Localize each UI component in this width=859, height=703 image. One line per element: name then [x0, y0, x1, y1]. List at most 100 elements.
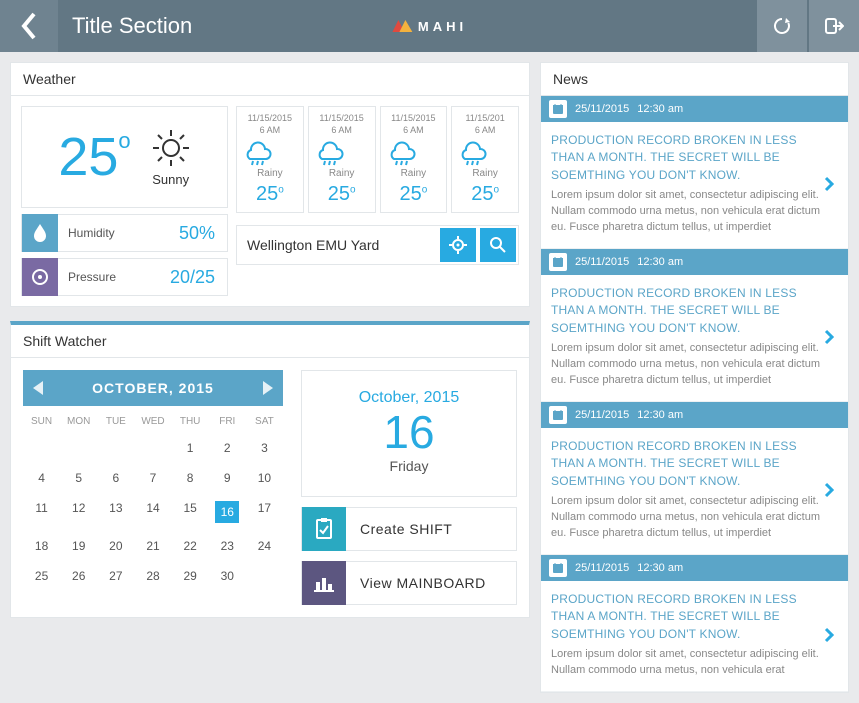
search-button[interactable]: [480, 228, 516, 262]
calendar-icon: [549, 100, 567, 118]
cal-cell[interactable]: 22: [172, 531, 209, 561]
news-open-button[interactable]: [824, 176, 842, 192]
pressure-label: Pressure: [58, 270, 170, 284]
cal-cell[interactable]: 2: [209, 433, 246, 463]
forecast-card: 11/15/20156 AMRainy25o: [380, 106, 448, 213]
triangle-right-icon: [263, 381, 273, 395]
cal-cell[interactable]: 6: [97, 463, 134, 493]
forecast-condition: Rainy: [454, 168, 516, 179]
cal-next-button[interactable]: [263, 381, 273, 395]
refresh-button[interactable]: [757, 0, 807, 52]
cal-cell: [97, 433, 134, 463]
cal-title: OCTOBER, 2015: [92, 380, 214, 396]
cal-cell[interactable]: 19: [60, 531, 97, 561]
news-open-button[interactable]: [824, 627, 842, 643]
refresh-icon: [772, 16, 792, 36]
cal-cell[interactable]: 4: [23, 463, 60, 493]
locate-button[interactable]: [440, 228, 476, 262]
forecast-condition: Rainy: [311, 168, 373, 179]
news-time: 12:30 am: [637, 256, 683, 268]
news-item: 25/11/201512:30 amPRODUCTION RECORD BROK…: [541, 249, 848, 402]
chevron-right-icon: [824, 627, 834, 643]
location-input[interactable]: [237, 226, 438, 264]
cal-cell[interactable]: 16: [209, 493, 246, 531]
cal-cell[interactable]: 14: [134, 493, 171, 531]
cal-cell[interactable]: 13: [97, 493, 134, 531]
forecast-card: 11/15/2016 AMRainy25o: [451, 106, 519, 213]
cal-cell[interactable]: 8: [172, 463, 209, 493]
news-excerpt: Lorem ipsum dolor sit amet, consectetur …: [551, 494, 824, 542]
news-date-bar: 25/11/201512:30 am: [541, 402, 848, 428]
search-icon: [490, 237, 506, 253]
news-open-button[interactable]: [824, 329, 842, 345]
cal-prev-button[interactable]: [33, 381, 43, 395]
cal-dow: MON: [60, 406, 97, 433]
card-day: 16: [312, 407, 506, 458]
card-month: October, 2015: [312, 389, 506, 407]
create-shift-button[interactable]: Create SHIFT: [301, 507, 517, 551]
cal-cell[interactable]: 17: [246, 493, 283, 531]
forecast-date: 11/15/20156 AM: [311, 113, 373, 136]
rain-icon: [383, 136, 445, 166]
cal-cell[interactable]: 5: [60, 463, 97, 493]
rain-icon: [239, 136, 301, 166]
sun-icon: [151, 128, 191, 168]
cal-cell[interactable]: 26: [60, 561, 97, 591]
cal-cell[interactable]: 29: [172, 561, 209, 591]
cal-cell[interactable]: 12: [60, 493, 97, 531]
cal-cell[interactable]: 27: [97, 561, 134, 591]
cal-cell[interactable]: 20: [97, 531, 134, 561]
humidity-label: Humidity: [58, 226, 179, 240]
news-date: 25/11/2015: [575, 256, 629, 268]
cal-cell[interactable]: 1: [172, 433, 209, 463]
cal-cell[interactable]: 23: [209, 531, 246, 561]
news-open-button[interactable]: [824, 482, 842, 498]
view-mainboard-button[interactable]: View MAINBOARD: [301, 561, 517, 605]
cal-dow: SUN: [23, 406, 60, 433]
triangle-left-icon: [33, 381, 43, 395]
card-weekday: Friday: [312, 458, 506, 474]
cal-dow: WED: [134, 406, 171, 433]
news-title: PRODUCTION RECORD BROKEN IN LESS THAN A …: [551, 591, 824, 643]
view-mainboard-label: View MAINBOARD: [346, 575, 486, 591]
cal-dow: FRI: [209, 406, 246, 433]
back-button[interactable]: [0, 0, 58, 52]
news-date-bar: 25/11/2015 12:30 am: [541, 249, 848, 275]
cal-cell[interactable]: 3: [246, 433, 283, 463]
logo-icon: [392, 20, 412, 32]
cal-cell[interactable]: 24: [246, 531, 283, 561]
news-excerpt: Lorem ipsum dolor sit amet, consectetur …: [551, 341, 824, 389]
news-time: 12:30 am: [637, 103, 683, 115]
cal-cell[interactable]: 10: [246, 463, 283, 493]
weather-heading: Weather: [11, 63, 529, 96]
forecast-temp: 25o: [239, 183, 301, 206]
current-condition: Sunny: [152, 172, 189, 187]
cal-cell[interactable]: 30: [209, 561, 246, 591]
cal-cell[interactable]: 21: [134, 531, 171, 561]
cal-cell[interactable]: 18: [23, 531, 60, 561]
forecast-card: 11/15/20156 AMRainy25o: [236, 106, 304, 213]
forecast-temp: 25o: [311, 183, 373, 206]
forecast-date: 11/15/2016 AM: [454, 113, 516, 136]
pressure-icon: [22, 258, 58, 296]
create-shift-label: Create SHIFT: [346, 521, 452, 537]
cal-cell: [23, 433, 60, 463]
cal-cell[interactable]: 15: [172, 493, 209, 531]
forecast-row: 11/15/20156 AMRainy25o11/15/20156 AMRain…: [236, 106, 519, 213]
cal-cell[interactable]: 28: [134, 561, 171, 591]
logout-button[interactable]: [809, 0, 859, 52]
humidity-value: 50%: [179, 223, 227, 244]
cal-cell: [60, 433, 97, 463]
news-excerpt: Lorem ipsum dolor sit amet, consectetur …: [551, 188, 824, 236]
cal-cell: [134, 433, 171, 463]
clipboard-icon: [302, 507, 346, 551]
cal-cell[interactable]: 9: [209, 463, 246, 493]
cal-cell[interactable]: 25: [23, 561, 60, 591]
news-heading: News: [541, 63, 848, 96]
target-icon: [449, 236, 467, 254]
news-item: 25/11/201512:30 amPRODUCTION RECORD BROK…: [541, 96, 848, 249]
cal-cell[interactable]: 11: [23, 493, 60, 531]
cal-cell[interactable]: 7: [134, 463, 171, 493]
weather-panel: Weather 25o Sunny Humidity: [10, 62, 530, 307]
news-item: 25/11/201512:30 amPRODUCTION RECORD BROK…: [541, 555, 848, 692]
